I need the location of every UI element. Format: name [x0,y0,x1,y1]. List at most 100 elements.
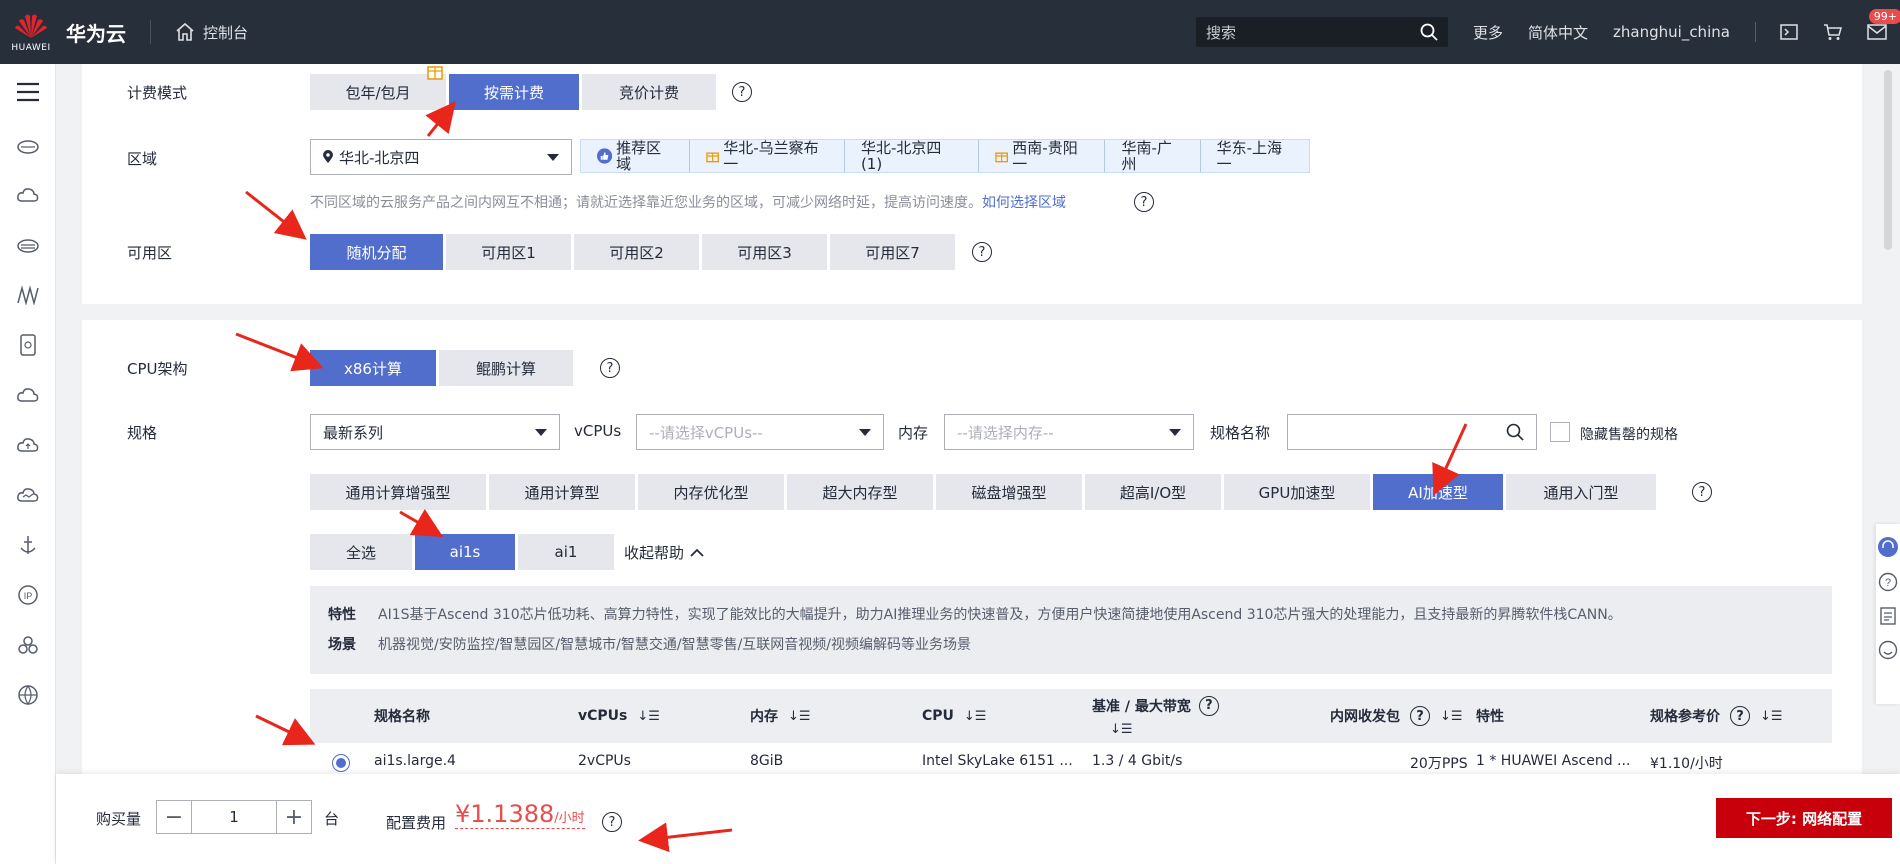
billing-option-spot[interactable]: 竞价计费 [582,74,716,110]
cell-bandwidth: 1.3 / 4 Gbit/s [1092,753,1183,769]
scene-key: 场景 [328,637,356,653]
region-label: 区域 [127,150,158,168]
customer-service-icon[interactable] [1877,536,1899,558]
region-tag[interactable]: 华北-乌兰察布一 [690,140,845,172]
config-fee-label: 配置费用 [386,814,447,832]
globe-icon[interactable] [0,670,56,720]
config-fee-price[interactable]: ¥1.1388/小时 [455,800,585,829]
region-tag[interactable]: 西南-贵阳一 [979,140,1106,172]
sort-icon[interactable]: ↓☰ [637,709,660,724]
more-link[interactable]: 更多 [1473,22,1503,43]
message-icon[interactable]: 99+ [1866,9,1900,43]
az-option-2[interactable]: 可用区2 [574,234,699,270]
billing-mode-label: 计费模式 [127,84,188,102]
anchor-icon[interactable] [0,520,56,570]
spec-type-help-icon[interactable]: ? [1692,482,1712,502]
spec-type-tab[interactable]: 磁盘增强型 [936,474,1082,510]
huawei-logo[interactable]: HUAWEI [0,0,62,64]
cpu-arch-help-icon[interactable]: ? [600,358,620,378]
price-help-icon[interactable]: ? [1730,706,1750,726]
spec-type-tab[interactable]: 通用计算型 [489,474,635,510]
cloud-storage-icon[interactable] [0,220,56,270]
region-select[interactable]: 华北-北京四 [310,139,572,175]
cloud-upload-icon[interactable] [0,420,56,470]
fee-help-icon[interactable]: ? [602,812,622,832]
region-help-icon[interactable]: ? [1134,192,1154,212]
cloud-server-icon[interactable] [0,120,56,170]
page-scrollbar[interactable] [1882,64,1894,564]
sort-icon[interactable]: ↓☰ [788,709,811,724]
spec-type-tab-ai[interactable]: AI加速型 [1373,474,1503,510]
search-icon[interactable] [1420,23,1438,41]
help-icon[interactable]: ? [1878,572,1898,592]
search-input[interactable]: 搜索 [1196,17,1448,47]
sort-icon[interactable]: ↓☰ [1440,709,1463,724]
spec-type-tab[interactable]: 内存优化型 [638,474,784,510]
cpu-option-kunpeng[interactable]: 鲲鹏计算 [439,350,573,386]
az-option-7[interactable]: 可用区7 [830,234,955,270]
billing-option-on-demand[interactable]: 按需计费 [449,74,579,110]
how-to-choose-region-link[interactable]: 如何选择区域 [982,195,1066,211]
search-icon[interactable] [1506,423,1524,441]
billing-option-yearly[interactable]: 包年/包月 [310,74,446,110]
bandwidth-help-icon[interactable]: ? [1198,695,1219,716]
database-icon[interactable] [0,320,56,370]
terminal-icon[interactable] [1778,21,1800,43]
region-tag[interactable]: 华东-上海一 [1201,140,1309,172]
language-link[interactable]: 简体中文 [1528,22,1588,43]
next-network-config-button[interactable]: 下一步: 网络配置 [1716,798,1892,838]
increase-button[interactable]: + [277,801,311,833]
cloud-monitor-icon[interactable] [0,470,56,520]
scrollbar-thumb[interactable] [1884,70,1892,250]
sort-icon[interactable]: ↓☰ [1760,709,1783,724]
user-account-link[interactable]: zhanghui_china [1613,23,1730,41]
spec-type-tab[interactable]: 超高I/O型 [1085,474,1221,510]
sort-icon[interactable]: ↓☰ [964,709,987,724]
gift-icon [995,152,1008,163]
cart-icon[interactable] [1822,21,1844,43]
quantity-input[interactable]: 1 [191,801,277,833]
left-service-rail: IP [0,64,56,864]
subtype-tab-ai1[interactable]: ai1 [518,534,614,570]
hamburger-menu-icon[interactable] [0,64,56,120]
sort-icon[interactable]: ↓☰ [1110,722,1133,737]
spec-type-tab[interactable]: GPU加速型 [1224,474,1370,510]
scene-text: 机器视觉/安防监控/智慧园区/智慧城市/智慧交通/智慧零售/互联网音视频/视频编… [378,637,972,653]
spec-type-tab[interactable]: 通用入门型 [1506,474,1656,510]
cluster-icon[interactable] [0,620,56,670]
cell-vcpus: 2vCPUs [578,753,631,769]
gift-icon [427,66,443,80]
document-icon[interactable] [1878,606,1898,626]
decrease-button[interactable]: − [157,801,191,833]
pps-help-icon[interactable]: ? [1410,706,1430,726]
billing-help-icon[interactable]: ? [732,82,752,102]
cpu-option-x86[interactable]: x86计算 [310,350,436,386]
network-icon[interactable] [0,270,56,320]
region-tag[interactable]: 华北-北京四 (1) [845,140,980,172]
ip-icon[interactable]: IP [0,570,56,620]
az-help-icon[interactable]: ? [972,242,992,262]
spec-name-input[interactable] [1287,414,1537,450]
logo-text: HUAWEI [11,43,51,53]
brand-name[interactable]: 华为云 [66,18,126,47]
console-link[interactable]: 控制台 [175,22,248,43]
az-option-random[interactable]: 随机分配 [310,234,443,270]
region-tag[interactable]: 华南-广州 [1105,140,1201,172]
cloud-icon[interactable] [0,170,56,220]
subtype-tab-all[interactable]: 全选 [310,534,412,570]
vcpus-select[interactable]: --请选择vCPUs-- [636,414,884,450]
availability-zone-selector: 随机分配 可用区1 可用区2 可用区3 可用区7 [310,234,955,270]
cloud-service-icon[interactable] [0,370,56,420]
collapse-help-toggle[interactable]: 收起帮助 [624,542,704,563]
az-option-3[interactable]: 可用区3 [702,234,827,270]
row-radio-selected[interactable] [332,754,350,772]
subtype-tab-ai1s[interactable]: ai1s [415,534,515,570]
memory-select[interactable]: --请选择内存-- [944,414,1194,450]
spec-label: 规格 [127,424,158,442]
hide-soldout-checkbox[interactable] [1550,422,1570,442]
az-option-1[interactable]: 可用区1 [446,234,571,270]
spec-type-tab[interactable]: 超大内存型 [787,474,933,510]
feedback-smile-icon[interactable] [1878,640,1898,660]
series-select[interactable]: 最新系列 [310,414,560,450]
spec-type-tab[interactable]: 通用计算增强型 [310,474,486,510]
